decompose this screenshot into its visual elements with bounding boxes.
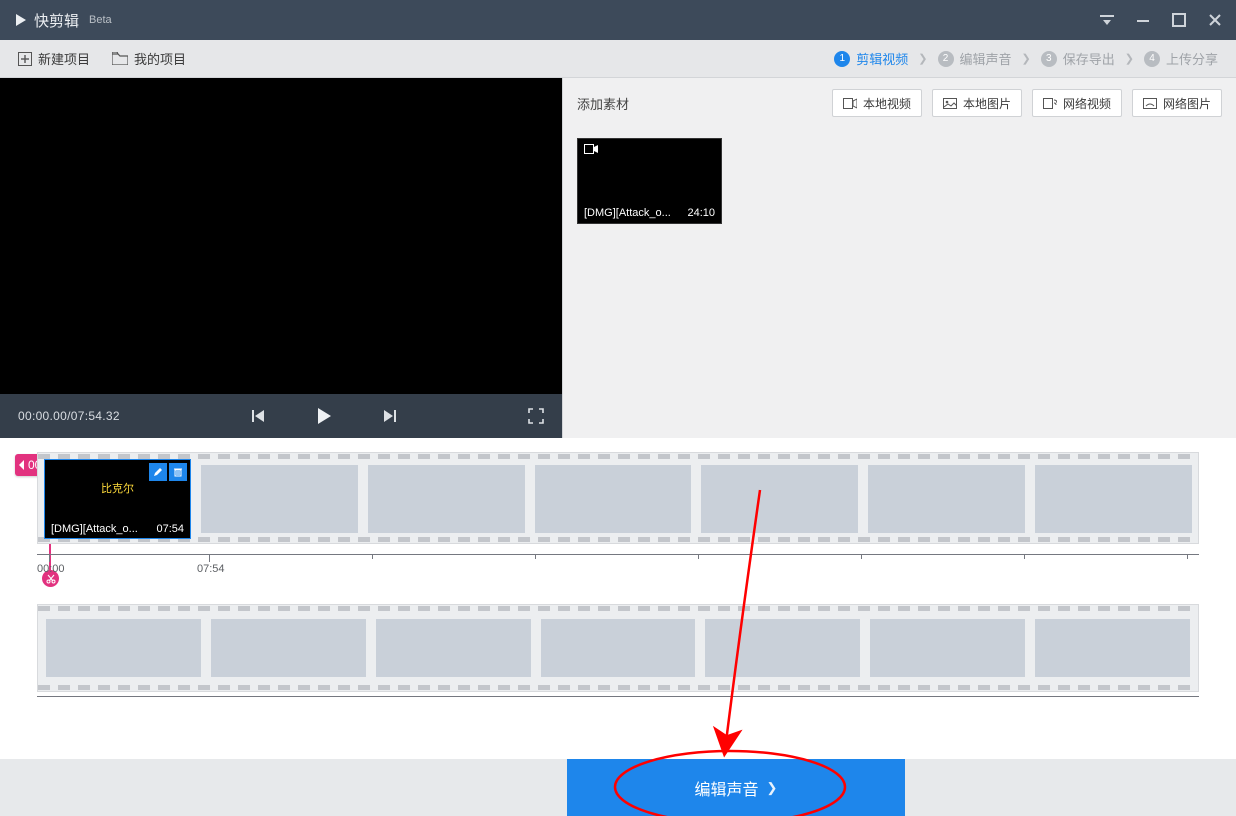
step-3-label: 保存导出	[1063, 49, 1115, 68]
plus-box-icon	[18, 52, 32, 66]
step-upload[interactable]: 4 上传分享	[1144, 49, 1218, 68]
step-1-badge: 1	[834, 51, 850, 67]
empty-slot[interactable]	[1035, 465, 1192, 533]
chevron-right-icon: ❯	[1022, 52, 1031, 65]
local-image-button[interactable]: 本地图片	[932, 89, 1022, 117]
chevron-right-icon: ❯	[918, 52, 927, 65]
materials-panel: 添加素材 本地视频 本地图片 网络视频 网络图片	[562, 78, 1236, 438]
empty-slot[interactable]	[535, 465, 692, 533]
step-3-badge: 3	[1041, 51, 1057, 67]
clip-duration: 07:54	[156, 523, 184, 535]
local-video-label: 本地视频	[863, 95, 911, 112]
camera-icon	[584, 143, 598, 157]
app-name: 快剪辑	[34, 10, 79, 31]
video-player: 00:00.00/07:54.32	[0, 78, 562, 438]
folder-icon	[112, 52, 128, 65]
beta-label: Beta	[89, 14, 112, 26]
bottom-bar: 编辑声音 ❯	[0, 759, 1236, 816]
clip-overlay-label: 比克尔	[45, 480, 190, 496]
empty-slot[interactable]	[1035, 619, 1190, 677]
new-project-label: 新建项目	[38, 49, 90, 68]
play-button[interactable]	[315, 407, 333, 425]
preview-area[interactable]	[0, 78, 562, 394]
material-duration: 24:10	[687, 207, 715, 219]
materials-title: 添加素材	[577, 94, 629, 113]
edit-audio-button[interactable]: 编辑声音 ❯	[567, 759, 905, 816]
next-button[interactable]	[383, 409, 397, 423]
material-name: [DMG][Attack_o...	[584, 207, 671, 219]
ruler-label-0: 00:00	[37, 563, 65, 575]
app-logo: 快剪辑 Beta	[14, 10, 112, 31]
workflow-steps: 1 剪辑视频 ❯ 2 编辑声音 ❯ 3 保存导出 ❯ 4 上传分享	[834, 49, 1218, 68]
play-icon	[14, 13, 28, 27]
step-4-badge: 4	[1144, 51, 1160, 67]
edit-clip-button[interactable]	[149, 463, 167, 481]
local-video-button[interactable]: 本地视频	[832, 89, 922, 117]
new-project-button[interactable]: 新建项目	[18, 49, 90, 68]
net-video-button[interactable]: 网络视频	[1032, 89, 1122, 117]
close-button[interactable]	[1208, 13, 1222, 27]
net-video-label: 网络视频	[1063, 95, 1111, 112]
titlebar: 快剪辑 Beta	[0, 0, 1236, 40]
fullscreen-button[interactable]	[528, 408, 544, 424]
net-image-label: 网络图片	[1163, 95, 1211, 112]
step-export[interactable]: 3 保存导出	[1041, 49, 1115, 68]
playback-time: 00:00.00/07:54.32	[18, 409, 120, 423]
empty-slot[interactable]	[376, 619, 531, 677]
chevron-right-icon: ❯	[1125, 52, 1134, 65]
delete-clip-button[interactable]	[169, 463, 187, 481]
step-2-label: 编辑声音	[960, 49, 1012, 68]
empty-slot[interactable]	[870, 619, 1025, 677]
menu-dropdown-icon[interactable]	[1100, 15, 1114, 25]
toolbar: 新建项目 我的项目 1 剪辑视频 ❯ 2 编辑声音 ❯ 3 保存导出 ❯ 4 上…	[0, 40, 1236, 78]
video-icon	[843, 98, 857, 109]
step-4-label: 上传分享	[1166, 49, 1218, 68]
step-2-badge: 2	[938, 51, 954, 67]
empty-slot[interactable]	[201, 465, 358, 533]
empty-slot[interactable]	[868, 465, 1025, 533]
edit-audio-label: 编辑声音	[695, 776, 759, 800]
empty-slot[interactable]	[211, 619, 366, 677]
step-edit-video[interactable]: 1 剪辑视频	[834, 49, 908, 68]
net-image-icon	[1143, 98, 1157, 109]
maximize-button[interactable]	[1172, 13, 1186, 27]
time-ruler[interactable]: 00:00 07:54	[37, 554, 1199, 582]
audio-track[interactable]	[37, 604, 1199, 692]
time-ruler-2[interactable]	[37, 696, 1199, 704]
clip-name: [DMG][Attack_o...	[51, 523, 138, 535]
prev-button[interactable]	[251, 409, 265, 423]
my-projects-button[interactable]: 我的项目	[112, 49, 186, 68]
timeline-clip[interactable]: 比克尔 [DMG][Attack_o... 07:54	[44, 459, 191, 539]
video-track[interactable]: 比克尔 [DMG][Attack_o... 07:54	[37, 452, 1199, 544]
empty-slot[interactable]	[701, 465, 858, 533]
image-icon	[943, 98, 957, 109]
net-image-button[interactable]: 网络图片	[1132, 89, 1222, 117]
playhead-left-icon	[19, 460, 24, 470]
player-controls: 00:00.00/07:54.32	[0, 394, 562, 438]
net-video-icon	[1043, 98, 1057, 109]
step-1-label: 剪辑视频	[856, 49, 908, 68]
my-projects-label: 我的项目	[134, 49, 186, 68]
empty-slot[interactable]	[705, 619, 860, 677]
material-item[interactable]: [DMG][Attack_o... 24:10	[577, 138, 722, 224]
step-edit-audio[interactable]: 2 编辑声音	[938, 49, 1012, 68]
minimize-button[interactable]	[1136, 13, 1150, 27]
empty-slot[interactable]	[46, 619, 201, 677]
empty-slot[interactable]	[541, 619, 696, 677]
ruler-label-1: 07:54	[197, 563, 225, 575]
local-image-label: 本地图片	[963, 95, 1011, 112]
empty-slot[interactable]	[368, 465, 525, 533]
chevron-right-icon: ❯	[767, 780, 778, 796]
